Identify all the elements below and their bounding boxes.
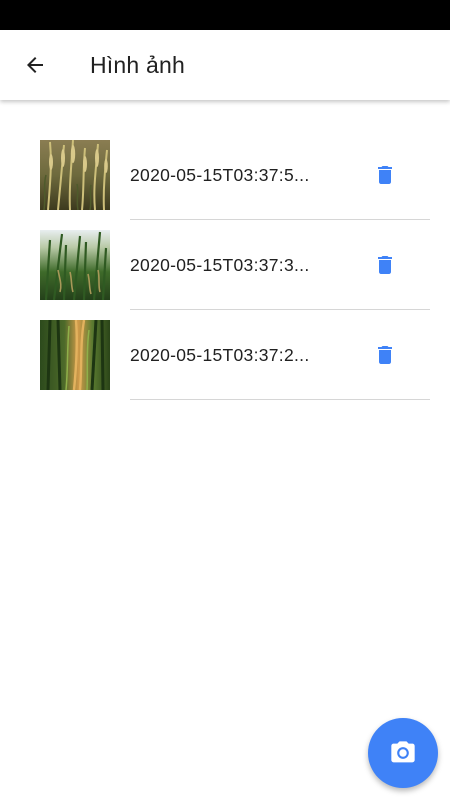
list-item[interactable]: 2020-05-15T03:37:2...	[0, 310, 450, 400]
back-button[interactable]	[15, 45, 55, 85]
rice-field-thumbnail-3	[40, 320, 110, 390]
delete-button[interactable]	[367, 337, 403, 373]
camera-button[interactable]	[368, 718, 438, 788]
trash-icon	[378, 166, 392, 184]
trash-icon	[378, 346, 392, 364]
trash-icon	[378, 256, 392, 274]
list-item[interactable]: 2020-05-15T03:37:3...	[0, 220, 450, 310]
divider	[130, 399, 430, 400]
image-list: 2020-05-15T03:37:5... 2020-05-15T03:37:3…	[0, 130, 450, 400]
status-bar	[0, 0, 450, 30]
app-bar: Hình ảnh	[0, 30, 450, 100]
image-timestamp: 2020-05-15T03:37:3...	[130, 255, 310, 275]
rice-field-thumbnail-1	[40, 140, 110, 210]
image-timestamp: 2020-05-15T03:37:5...	[130, 165, 310, 185]
delete-button[interactable]	[367, 157, 403, 193]
delete-button[interactable]	[367, 247, 403, 283]
rice-field-thumbnail-2	[40, 230, 110, 300]
arrow-back-icon	[27, 57, 43, 73]
page-title: Hình ảnh	[90, 52, 185, 78]
image-timestamp: 2020-05-15T03:37:2...	[130, 345, 310, 365]
list-item[interactable]: 2020-05-15T03:37:5...	[0, 130, 450, 220]
camera-icon	[391, 741, 415, 763]
